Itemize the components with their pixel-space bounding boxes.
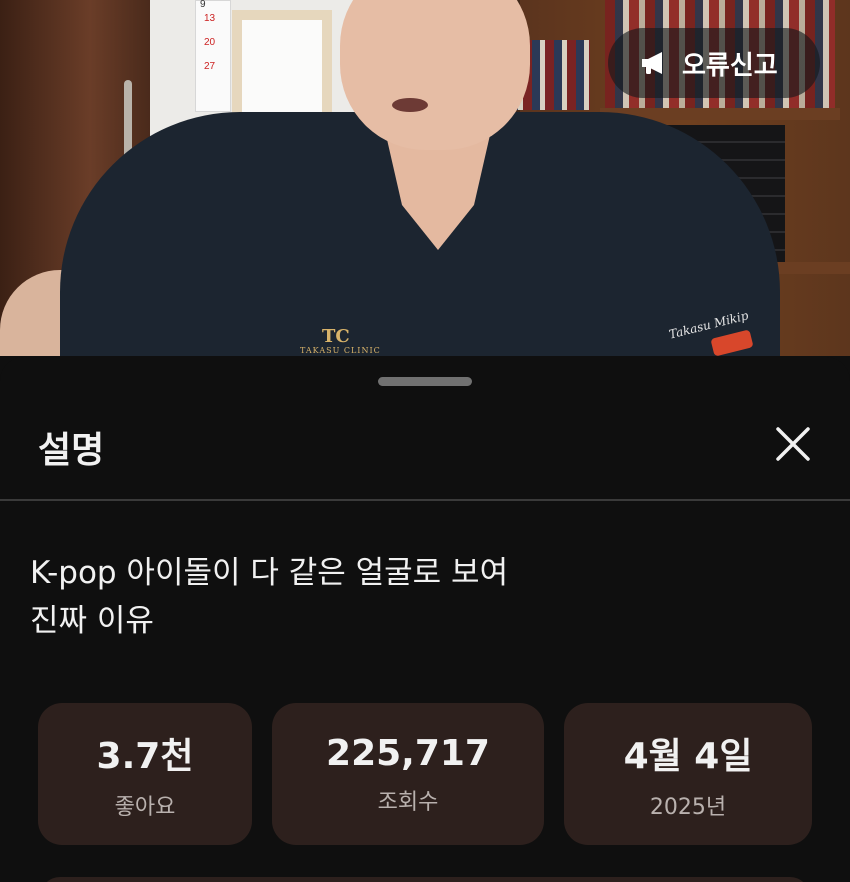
- video-title: K-pop 아이돌이 다 같은 얼굴로 보여 진짜 이유: [30, 549, 630, 645]
- calendar-number: 20: [204, 37, 216, 48]
- likes-label: 좋아요: [114, 795, 176, 820]
- close-icon: [776, 427, 810, 461]
- views-count: 225,717: [326, 732, 490, 774]
- description-card: [40, 877, 810, 882]
- upload-date: 4월 4일: [623, 736, 753, 777]
- calendar-number: 13: [204, 13, 216, 24]
- likes-count: 3.7천: [96, 736, 194, 777]
- megaphone-icon: [642, 52, 662, 74]
- uniform-logo-text: TAKASU CLINIC: [300, 346, 381, 355]
- video-title-line: K-pop 아이돌이 다 같은 얼굴로 보여: [30, 555, 509, 591]
- calendar-number: 27: [204, 61, 216, 72]
- description-sheet: 설명 K-pop 아이돌이 다 같은 얼굴로 보여 진짜 이유 3.7천 좋아요…: [0, 357, 850, 882]
- sheet-drag-handle[interactable]: [378, 377, 472, 386]
- upload-date-stat: 4월 4일 2025년: [564, 703, 812, 845]
- views-label: 조회수: [377, 789, 439, 815]
- header-divider: [0, 499, 850, 501]
- upload-year: 2025년: [649, 795, 727, 820]
- video-stats: 3.7천 좋아요 225,717 조회수 4월 4일 2025년: [0, 703, 850, 845]
- close-button[interactable]: [768, 419, 818, 469]
- video-player[interactable]: 9 10 13 20 27 TC TAKASU CLINIC Takasu Mi…: [0, 0, 850, 356]
- report-error-button[interactable]: 오류신고: [608, 28, 820, 98]
- presenter-face: [340, 0, 530, 150]
- uniform-logo: TC: [322, 326, 350, 347]
- likes-stat: 3.7천 좋아요: [38, 703, 252, 845]
- sheet-title: 설명: [38, 430, 105, 471]
- wall-calendar: 9 10 13 20 27: [195, 0, 231, 112]
- calendar-number: 9: [200, 0, 206, 10]
- views-stat: 225,717 조회수: [272, 703, 544, 845]
- presenter-mouth: [392, 98, 428, 112]
- video-title-line: 진짜 이유: [30, 603, 154, 639]
- report-error-label: 오류신고: [682, 50, 778, 81]
